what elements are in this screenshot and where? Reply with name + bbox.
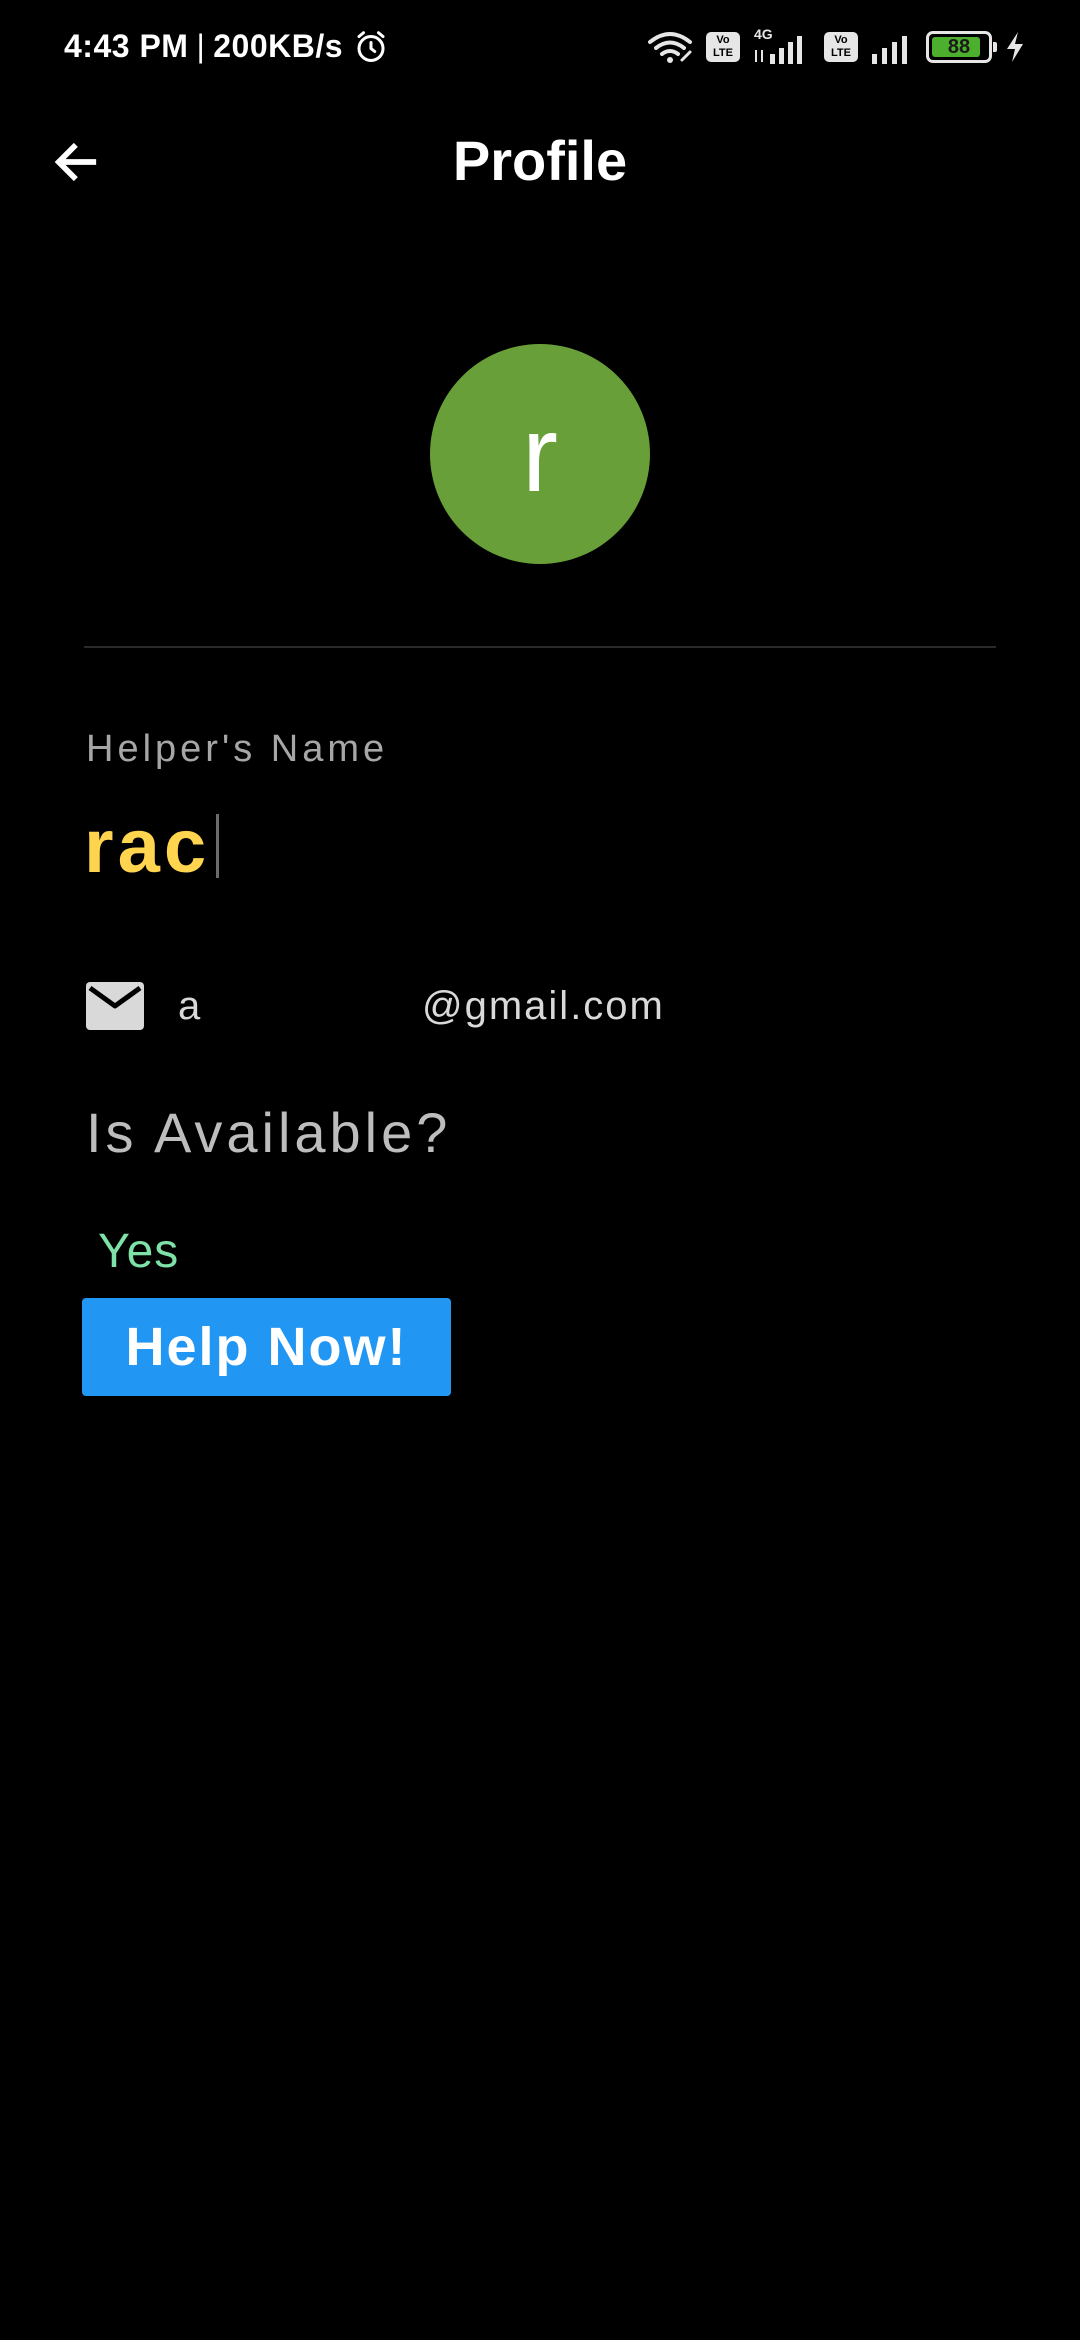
divider (84, 646, 996, 648)
battery-level: 88 (947, 35, 971, 58)
signal-group-1: 4G (752, 26, 812, 64)
status-separator: | (196, 28, 206, 64)
status-left: 4:43 PM | 200KB/s (64, 28, 389, 65)
volte-icon: Vo LTE (706, 32, 740, 62)
alarm-icon (357, 30, 385, 62)
volte-label-top: Vo (834, 34, 848, 46)
email-row: a @gmail.com (86, 978, 986, 1038)
volte-label-top: Vo (716, 34, 730, 46)
signal-icon (755, 36, 802, 64)
available-value: Yes (98, 1225, 180, 1278)
available-label: Is Available? (86, 1101, 452, 1164)
email-domain: @gmail.com (422, 984, 665, 1028)
signal-icon-2 (872, 36, 907, 64)
help-now-button[interactable]: Help Now! (82, 1298, 451, 1396)
status-time: 4:43 PM (64, 28, 189, 64)
text-cursor (216, 814, 220, 878)
volte-icon-2: Vo LTE (824, 32, 858, 62)
status-bar: 4:43 PM | 200KB/s Vo LTE 4G Vo LTE 88 (0, 0, 1080, 100)
avatar: r (430, 344, 650, 564)
mail-icon (86, 982, 144, 1030)
volte-label-bottom: LTE (831, 47, 851, 59)
battery-icon: 88 (926, 31, 997, 63)
page-title: Profile (452, 129, 628, 192)
email-local-part: a (178, 984, 203, 1028)
volte-label-bottom: LTE (713, 47, 733, 59)
name-value: rac (84, 803, 211, 889)
network-speed: 200KB/s (213, 28, 344, 64)
name-input[interactable]: rac (84, 800, 220, 892)
charging-icon (1007, 32, 1023, 62)
name-label: Helper's Name (86, 728, 389, 770)
wifi-icon (648, 32, 692, 63)
app-bar: Profile (0, 110, 1080, 210)
status-right: Vo LTE 4G Vo LTE 88 (646, 26, 1026, 64)
avatar-initial: r (522, 393, 558, 514)
